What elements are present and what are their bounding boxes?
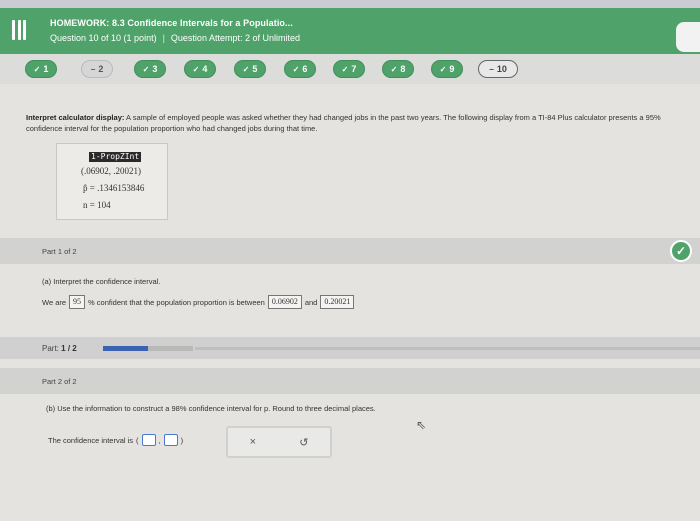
undo-icon[interactable]: ↺ xyxy=(299,436,308,449)
check-icon: ✓ xyxy=(292,64,300,74)
question-navigation: ✓ 1 − 2 ✓ 3 ✓ 4 ✓ 5 ✓ 6 ✓ 7 ✓ 8 ✓ 9 − 10 xyxy=(0,54,700,84)
progress-track xyxy=(103,346,193,351)
and-text: and xyxy=(304,297,318,307)
progress-remaining xyxy=(195,347,700,350)
mouse-cursor-icon: ⇖ xyxy=(416,418,427,432)
homework-title: HOMEWORK: 8.3 Confidence Intervals for a… xyxy=(50,18,293,28)
prompt-heading: Interpret calculator display: xyxy=(26,113,125,122)
sentence-start: We are xyxy=(42,297,67,307)
check-icon: ✓ xyxy=(242,64,250,74)
separator: | xyxy=(162,33,165,43)
check-icon: ✓ xyxy=(192,64,200,74)
ci-upper-input[interactable] xyxy=(163,434,178,446)
header-control[interactable] xyxy=(676,22,700,52)
question-label: 6 xyxy=(302,64,308,74)
calculator-display: 1-PropZInt (.06902, .20021) p̂ = .134615… xyxy=(56,143,168,220)
question-content: Interpret calculator display: A sample o… xyxy=(0,84,700,521)
ci-answer-line: The confidence interval is ( , ) xyxy=(48,434,183,446)
check-icon: ✓ xyxy=(33,64,41,74)
question-5-button[interactable]: ✓ 5 xyxy=(234,60,266,78)
question-label: 10 xyxy=(496,64,507,74)
ci-label: The confidence interval is xyxy=(48,435,134,445)
clear-icon[interactable]: × xyxy=(250,436,256,448)
assignment-header: HOMEWORK: 8.3 Confidence Intervals for a… xyxy=(0,8,700,54)
part-2-header: Part 2 of 2 xyxy=(0,368,700,394)
question-label: 7 xyxy=(351,64,357,74)
question-label: 3 xyxy=(152,64,158,74)
progress-label-text: Part: xyxy=(42,344,59,353)
part-2-label: Part 2 of 2 xyxy=(42,377,77,386)
confidence-answer[interactable]: 95 xyxy=(69,295,86,309)
part-2-question: (b) Use the information to construct a 9… xyxy=(46,404,376,413)
question-9-button[interactable]: ✓ 9 xyxy=(431,60,463,78)
correct-check-icon: ✓ xyxy=(670,240,692,262)
progress-label: Part: 1 / 2 xyxy=(42,344,77,353)
calculator-interval: (.06902, .20021) xyxy=(81,166,141,176)
part-1-question: (a) Interpret the confidence interval. xyxy=(42,277,161,286)
attempt-info: Question Attempt: 2 of Unlimited xyxy=(170,33,300,43)
upper-bound-answer[interactable]: 0.20021 xyxy=(320,295,355,309)
check-icon: ✓ xyxy=(390,64,398,74)
calculator-title: 1-PropZInt xyxy=(89,152,142,162)
check-icon: ✓ xyxy=(341,64,349,74)
check-icon: ✓ xyxy=(142,64,150,74)
calculator-n: n = 104 xyxy=(83,200,111,210)
progress-fill xyxy=(103,346,148,351)
question-number: Question 10 of 10 (1 point) xyxy=(50,33,157,43)
check-icon: ✓ xyxy=(439,64,447,74)
open-paren: ( xyxy=(136,435,139,445)
part-1-answer-line: We are 95 % confident that the populatio… xyxy=(42,295,355,309)
part-1-header: Part 1 of 2 ✓ xyxy=(0,238,700,264)
minus-icon: − xyxy=(489,64,494,74)
question-8-button[interactable]: ✓ 8 xyxy=(382,60,414,78)
calculator-phat: p̂ = .1346153846 xyxy=(83,183,145,193)
question-prompt: Interpret calculator display: A sample o… xyxy=(26,112,698,134)
question-2-button[interactable]: − 2 xyxy=(81,60,113,78)
question-label: 2 xyxy=(98,64,104,74)
question-6-button[interactable]: ✓ 6 xyxy=(284,60,316,78)
answer-tools: × ↺ xyxy=(226,426,332,458)
menu-icon[interactable] xyxy=(12,20,26,40)
question-label: 1 xyxy=(43,64,49,74)
minus-icon: − xyxy=(90,64,96,74)
close-paren: ) xyxy=(180,435,184,445)
question-1-button[interactable]: ✓ 1 xyxy=(25,60,57,78)
browser-strip xyxy=(0,0,700,8)
question-label: 5 xyxy=(252,64,258,74)
ci-lower-input[interactable] xyxy=(141,434,156,446)
sentence-mid: % confident that the population proporti… xyxy=(88,297,265,307)
lower-bound-answer[interactable]: 0.06902 xyxy=(267,295,302,309)
question-label: 4 xyxy=(202,64,208,74)
question-3-button[interactable]: ✓ 3 xyxy=(134,60,166,78)
progress-value: 1 / 2 xyxy=(61,344,77,353)
comma: , xyxy=(158,435,161,445)
part-progress: Part: 1 / 2 xyxy=(0,337,700,359)
question-label: 8 xyxy=(400,64,406,74)
question-10-button[interactable]: − 10 xyxy=(478,60,518,78)
part-1-label: Part 1 of 2 xyxy=(42,247,77,256)
question-4-button[interactable]: ✓ 4 xyxy=(184,60,216,78)
question-label: 9 xyxy=(449,64,455,74)
question-info: Question 10 of 10 (1 point) | Question A… xyxy=(50,33,300,43)
question-7-button[interactable]: ✓ 7 xyxy=(333,60,365,78)
